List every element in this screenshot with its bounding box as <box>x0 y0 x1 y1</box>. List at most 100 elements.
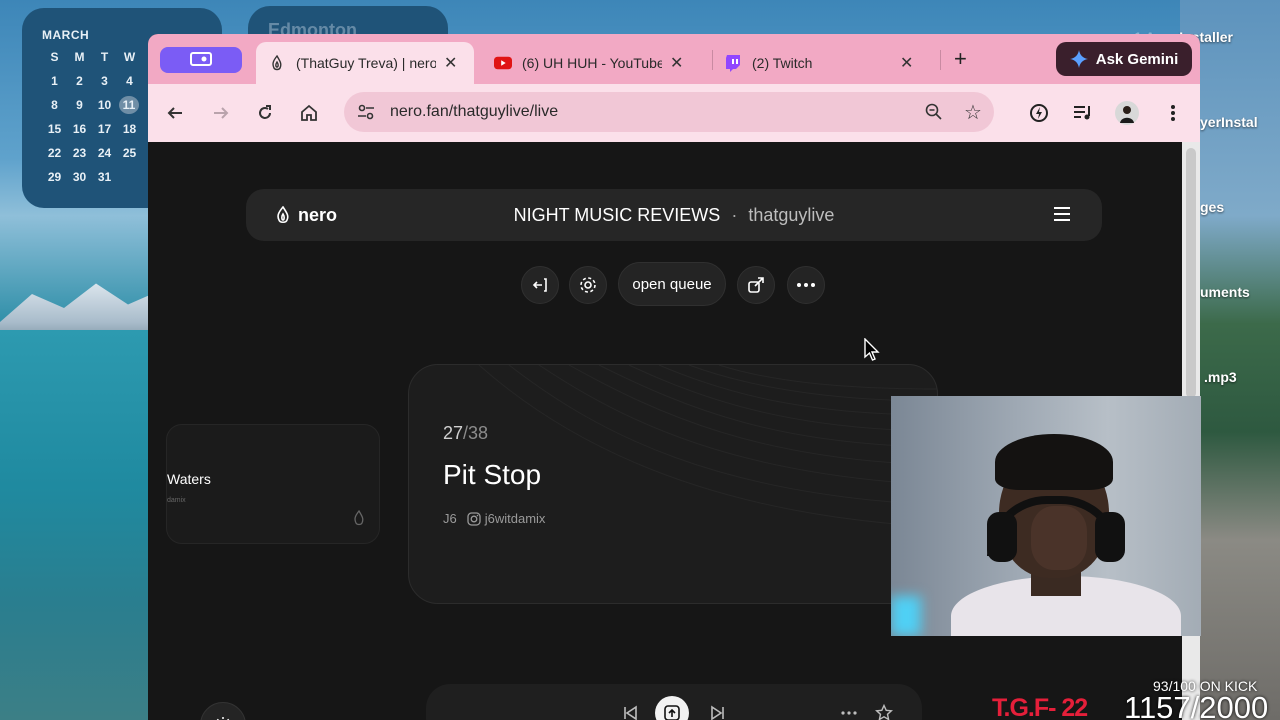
desktop-icon-label[interactable]: .mp3 <box>1204 369 1237 385</box>
sun-icon <box>216 717 230 720</box>
previous-track-card[interactable]: Waters damix <box>166 424 380 544</box>
gemini-sparkle-icon <box>1069 50 1088 68</box>
tab-twitch[interactable]: (2) Twitch ✕ <box>712 42 932 84</box>
share-icon <box>748 277 764 293</box>
follower-goal-count: 1157/2000 <box>1124 690 1269 720</box>
track-title: Pit Stop <box>443 459 542 490</box>
calendar-day: 10 <box>97 98 112 112</box>
profile-window-icon <box>190 52 212 66</box>
tab-nero[interactable]: (ThatGuy Treva) | nero ✕ <box>256 42 474 84</box>
forward-button[interactable] <box>206 98 236 128</box>
share-button[interactable] <box>737 266 775 304</box>
webcam-light <box>891 596 921 636</box>
reload-button[interactable] <box>250 98 280 128</box>
url-text: nero.fan/thatguylive/live <box>390 103 559 120</box>
calendar-day: 29 <box>47 170 62 184</box>
weekday: T <box>100 50 109 64</box>
wallpaper-sea <box>0 330 160 720</box>
weekday: M <box>74 50 85 64</box>
headphone-cup <box>1095 512 1125 562</box>
tab-title: (ThatGuy Treva) | nero <box>296 55 436 71</box>
profile-avatar[interactable] <box>1112 98 1142 128</box>
next-track-button[interactable] <box>706 701 730 720</box>
calendar-day: 25 <box>122 146 137 160</box>
bookmark-star-icon[interactable]: ☆ <box>964 100 982 125</box>
site-info-icon[interactable] <box>356 102 376 127</box>
upload-icon <box>664 705 680 720</box>
more-dots-icon <box>797 283 815 287</box>
track-artist: J6 <box>443 511 457 526</box>
webcam-person-hand <box>1031 506 1087 570</box>
tab-group-button[interactable] <box>160 47 242 73</box>
instagram-icon <box>467 511 481 526</box>
calendar-day: 1 <box>51 74 58 88</box>
desktop-icon-label[interactable]: uments <box>1200 284 1250 300</box>
nero-flame-icon <box>353 509 365 531</box>
calendar-day: 9 <box>76 98 83 112</box>
track-position: 27/38 <box>443 423 488 444</box>
track-total: /38 <box>463 423 489 443</box>
weekday: W <box>123 50 136 64</box>
calendar-day: 4 <box>126 74 133 88</box>
browser-menu-icon[interactable] <box>1158 98 1188 128</box>
hamburger-menu-icon[interactable] <box>1054 207 1070 225</box>
browser-toolbar: nero.fan/thatguylive/live ☆ <box>148 84 1200 142</box>
calendar-today: 11 <box>119 96 139 114</box>
webcam-person-hair <box>995 434 1113 490</box>
calendar-day: 3 <box>101 74 108 88</box>
close-tab-icon[interactable]: ✕ <box>444 53 457 73</box>
settings-button[interactable] <box>569 266 607 304</box>
player-more-button[interactable] <box>837 701 861 720</box>
show-title: NIGHT MUSIC REVIEWS · thatguylive <box>246 205 1102 226</box>
twitch-icon <box>724 54 742 72</box>
show-name: NIGHT MUSIC REVIEWS <box>513 204 721 225</box>
submit-track-button[interactable] <box>655 696 689 720</box>
stream-counter-label: T.G.F- 22 <box>992 694 1088 720</box>
media-control-icon[interactable] <box>1068 98 1098 128</box>
previous-track-sub: damix <box>167 497 186 504</box>
skip-back-icon <box>624 705 637 720</box>
instagram-handle: j6witdamix <box>484 511 546 526</box>
instagram-link[interactable]: j6witdamix <box>467 511 546 526</box>
skip-forward-icon <box>711 705 724 720</box>
more-dots-icon <box>841 711 857 715</box>
calendar-day: 23 <box>72 146 87 160</box>
ask-gemini-button[interactable]: Ask Gemini <box>1056 42 1192 76</box>
calendar-day: 17 <box>97 122 112 136</box>
exit-icon <box>532 278 547 292</box>
calendar-day: 30 <box>72 170 87 184</box>
tab-youtube[interactable]: (6) UH HUH - YouTube ✕ <box>482 42 700 84</box>
youtube-icon <box>494 54 512 72</box>
weekday: S <box>50 50 59 64</box>
desktop-icon-label[interactable]: yerInstal <box>1200 114 1258 130</box>
zoom-icon[interactable] <box>924 102 944 127</box>
theme-toggle-button[interactable] <box>200 702 246 720</box>
host-name: thatguylive <box>748 204 835 225</box>
calendar-day: 16 <box>72 122 87 136</box>
favorite-button[interactable] <box>872 701 896 720</box>
current-track-card[interactable]: 27/38 Pit Stop J6 j6witdamix <box>408 364 938 604</box>
calendar-day: 31 <box>97 170 112 184</box>
track-index: 27 <box>443 423 464 443</box>
tab-strip: (ThatGuy Treva) | nero ✕ (6) UH HUH - Yo… <box>148 34 1200 84</box>
webcam-overlay <box>891 396 1201 636</box>
address-bar[interactable]: nero.fan/thatguylive/live ☆ <box>344 92 994 132</box>
open-queue-button[interactable]: open queue <box>618 262 726 306</box>
scrollbar-thumb[interactable] <box>1186 148 1196 398</box>
more-options-button[interactable] <box>787 266 825 304</box>
tab-title: (6) UH HUH - YouTube <box>522 55 662 71</box>
close-tab-icon[interactable]: ✕ <box>900 53 913 73</box>
exit-button[interactable] <box>521 266 559 304</box>
extension-icon[interactable] <box>1024 98 1054 128</box>
new-tab-button[interactable]: + <box>954 46 967 72</box>
home-button[interactable] <box>294 98 324 128</box>
previous-track-button[interactable] <box>618 701 642 720</box>
desktop-icon-label[interactable]: ges <box>1200 199 1224 215</box>
nero-flame-icon <box>268 54 286 72</box>
gemini-label: Ask Gemini <box>1095 50 1179 68</box>
tab-title: (2) Twitch <box>752 55 813 71</box>
back-button[interactable] <box>160 98 190 128</box>
close-tab-icon[interactable]: ✕ <box>670 53 683 73</box>
track-artist-row: J6 j6witdamix <box>443 511 545 526</box>
star-icon <box>875 704 893 720</box>
